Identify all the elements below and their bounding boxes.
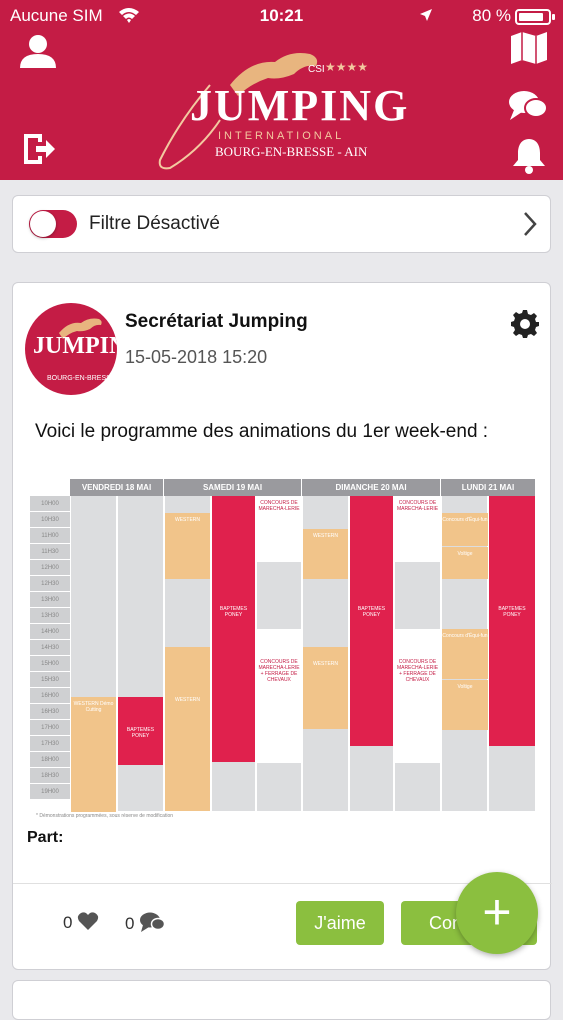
avatar-city: BOURG-EN-BRESSE [47,375,116,382]
post-card: JUMPING BOURG-EN-BRESSE Secrétariat Jump… [12,282,552,970]
status-bar: Aucune SIM 10:21 80 % [0,0,563,34]
event-voltige: Voltige [442,680,488,730]
event-bapteme: BAPTEMES PONEY [212,496,255,762]
bell-icon[interactable] [510,136,548,174]
comments-icon [140,912,166,932]
event-concours-poney: Concours d'Équi-fun [442,629,488,679]
event-concours: CONCOURS DE MARECHA-LERIE + FERRAGE DE C… [395,629,440,763]
heart-icon [78,912,99,930]
schedule-note: * Démonstrations programmées, sous réser… [36,813,174,819]
filter-toggle[interactable] [29,210,77,238]
schedule-hours: 10H00 10H30 11H00 11H30 12H00 12H30 13H0… [30,496,70,800]
post-text: Voici le programme des animations du 1er… [35,421,489,442]
hour-label: 12H30 [30,576,70,592]
event-concours: CONCOURS DE MARECHA-LERIE [257,496,301,562]
event-western: WESTERN [303,647,348,729]
toggle-knob [30,211,56,237]
filter-bar[interactable]: Filtre Désactivé [12,195,551,253]
post-author[interactable]: Secrétariat Jumping [125,311,308,333]
avatar[interactable]: JUMPING BOURG-EN-BRESSE [25,303,117,395]
hour-label: 18H00 [30,752,70,768]
battery-icon [515,9,551,25]
schedule-day-2: SAMEDI 19 MAI [164,479,301,496]
battery-nub [552,14,555,20]
like-count[interactable]: 0 [63,911,99,933]
map-icon[interactable] [510,30,548,66]
event-concours-poney: Concours d'Équi-fun [442,513,488,546]
event-bapteme: BAPTEMES PONEY [350,496,393,746]
event-logo: CSI ★★★★ JUMPING INTERNATIONAL BOURG-EN-… [150,40,410,175]
hour-label: 10H30 [30,512,70,528]
filter-label: Filtre Désactivé [89,213,220,234]
post-date: 15-05-2018 15:20 [125,347,268,367]
like-count-value: 0 [63,913,73,932]
logout-icon[interactable] [22,132,56,166]
participants-label: Part: [27,829,64,846]
event-western: WESTERN Démo Cutting [71,697,116,812]
event-western: WESTERN [303,529,348,579]
event-concours: CONCOURS DE MARECHA-LERIE + FERRAGE DE C… [257,629,301,763]
hour-label: 11H30 [30,544,70,560]
schedule-day-4: LUNDI 21 MAI [441,479,535,496]
like-button[interactable]: J'aime [296,901,384,945]
hour-label: 10H00 [30,496,70,512]
hour-label: 15H00 [30,656,70,672]
event-voltige: Voltige [442,547,488,579]
hour-label: 13H30 [30,608,70,624]
comment-count-value: 0 [125,914,135,933]
logo-city: BOURG-EN-BRESSE - AIN [215,144,368,159]
comment-count[interactable]: 0 [125,911,166,934]
hour-label: 17H30 [30,736,70,752]
hour-label: 16H00 [30,688,70,704]
schedule-day-3: DIMANCHE 20 MAI [302,479,440,496]
event-concours: CONCOURS DE MARECHA-LERIE [395,496,440,562]
battery-percent: 80 % [472,6,511,25]
chat-icon[interactable] [508,88,548,124]
gear-icon[interactable] [510,309,540,339]
logo-subtitle: INTERNATIONAL [218,130,345,142]
logo-csi: CSI [308,64,325,75]
event-western: WESTERN [165,647,210,811]
schedule-day-1: VENDREDI 18 MAI [70,479,163,496]
hour-label: 14H00 [30,624,70,640]
hour-label: 11H00 [30,528,70,544]
event-bapteme: BAPTEMES PONEY [118,697,163,765]
event-bapteme: BAPTEMES PONEY [489,496,535,746]
logo-stars: ★★★★ [325,60,369,74]
avatar-brand: JUMPING [33,333,117,359]
chevron-right-icon[interactable] [522,211,538,237]
hour-label: 15H30 [30,672,70,688]
hour-label: 13H00 [30,592,70,608]
next-post-card [12,980,551,1020]
profile-icon[interactable] [18,34,58,70]
schedule-image[interactable]: VENDREDI 18 MAI SAMEDI 19 MAI DIMANCHE 2… [30,479,535,819]
hour-label: 12H00 [30,560,70,576]
hour-label: 14H30 [30,640,70,656]
event-western: WESTERN [165,513,210,579]
logo-brand: JUMPING [190,81,410,130]
hour-label: 19H00 [30,784,70,800]
add-post-button[interactable]: + [456,872,538,954]
plus-icon: + [482,884,512,940]
hour-label: 17H00 [30,720,70,736]
hour-label: 18H30 [30,768,70,784]
location-arrow-icon [420,9,432,21]
hour-label: 16H30 [30,704,70,720]
